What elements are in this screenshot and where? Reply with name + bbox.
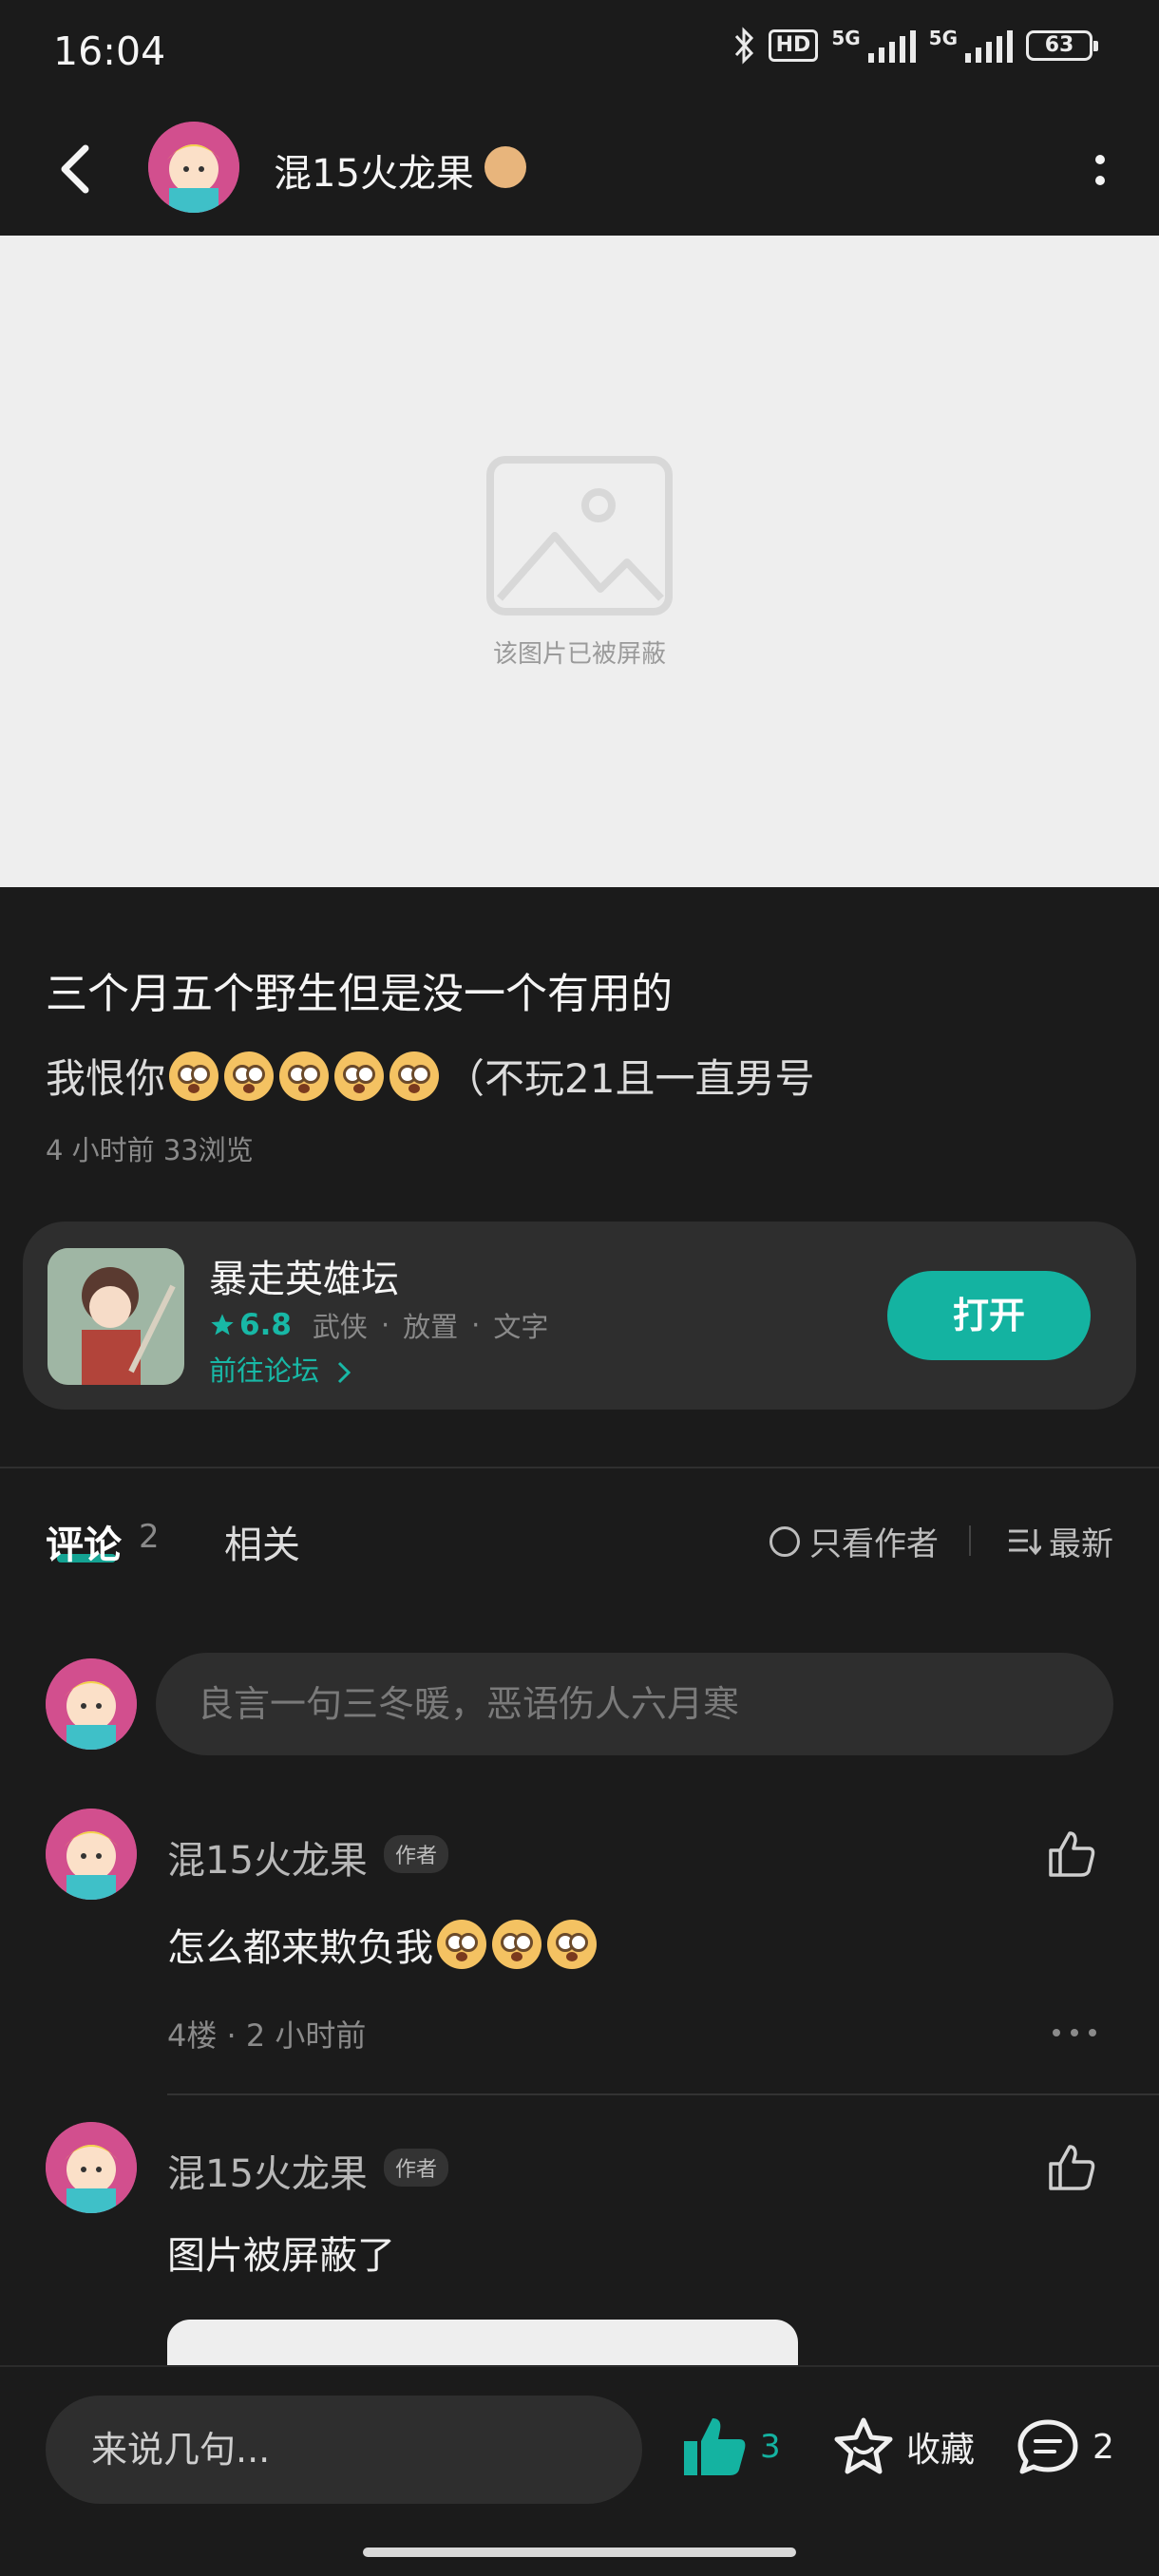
comment-divider	[167, 2093, 1159, 2095]
emoji-icon	[279, 1051, 330, 1101]
commenter-name[interactable]: 混15火龙果	[167, 1829, 368, 1885]
open-button[interactable]: 打开	[887, 1271, 1091, 1360]
game-meta: 6.8 武侠 · 放置 · 文字	[209, 1305, 548, 1345]
blocked-image-text: 该图片已被屏蔽	[492, 640, 666, 669]
sort-label[interactable]: 最新	[1049, 1518, 1113, 1564]
comment-text-body: 怎么都来欺负我	[167, 1926, 433, 1970]
tab-related[interactable]: 相关	[224, 1514, 300, 1569]
post-content-suffix: （不玩21且一直男号	[445, 1055, 815, 1102]
reply-input[interactable]: 来说几句...	[46, 2396, 642, 2504]
like-count: 3	[760, 2428, 781, 2466]
game-tag: 武侠	[312, 1311, 368, 1343]
network-type-1: 5G	[831, 27, 861, 49]
like-button[interactable]: 3	[682, 2416, 781, 2477]
back-icon[interactable]	[53, 141, 101, 198]
vertical-divider	[969, 1525, 971, 1556]
tag-separator: ·	[380, 1309, 390, 1341]
status-bar: 16:04 HD 5G 5G 63	[0, 0, 1159, 104]
emoji-icon	[334, 1051, 385, 1101]
commenter-avatar[interactable]	[46, 1809, 137, 1900]
network-type-2: 5G	[928, 27, 958, 49]
bluetooth-icon	[734, 27, 753, 65]
bottom-action-bar: 来说几句... 3 收藏 2	[0, 2365, 1159, 2576]
battery-icon: 63	[1026, 30, 1098, 61]
author-tag: 作者	[384, 1835, 449, 1873]
status-time: 16:04	[53, 28, 166, 74]
post-content: 我恨你 （不玩21且一直男号	[46, 1047, 814, 1105]
thumbs-up-icon[interactable]	[1047, 2143, 1096, 2192]
favorite-star-icon[interactable]	[832, 2416, 895, 2477]
chevron-right-icon	[338, 1361, 352, 1384]
level-badge-icon	[484, 146, 526, 188]
home-indicator[interactable]	[363, 2548, 796, 2557]
comment-emojis	[437, 1920, 602, 1969]
thumbs-up-icon[interactable]	[682, 2416, 747, 2477]
author-only-label[interactable]: 只看作者	[809, 1518, 939, 1564]
sort-icon	[1009, 1528, 1041, 1555]
top-nav-bar: 混15火龙果	[0, 104, 1159, 236]
comment-bubble-icon[interactable]	[1016, 2416, 1079, 2477]
game-tag: 文字	[493, 1311, 549, 1343]
emoji-icon	[390, 1051, 440, 1101]
forum-card[interactable]: 暴走英雄坛 6.8 武侠 · 放置 · 文字 前往论坛 打开	[23, 1222, 1136, 1410]
forum-link[interactable]: 前往论坛	[209, 1349, 354, 1389]
game-rating: 6.8	[239, 1308, 292, 1342]
blocked-image-icon	[486, 456, 673, 616]
emoji-icon	[224, 1051, 275, 1101]
hd-badge: HD	[768, 29, 819, 62]
signal-icon	[965, 28, 1013, 63]
post-content-prefix: 我恨你	[46, 1055, 166, 1102]
emoji-icon	[547, 1920, 597, 1969]
commenter-avatar[interactable]	[46, 2122, 137, 2213]
emoji-icon	[437, 1920, 486, 1969]
thumbs-up-icon[interactable]	[1047, 1829, 1096, 1879]
forum-link-label[interactable]: 前往论坛	[209, 1354, 319, 1387]
ellipsis-icon[interactable]	[1051, 2027, 1098, 2038]
sort-button[interactable]: 最新	[1007, 1518, 1113, 1564]
radio-circle-icon[interactable]	[770, 1525, 800, 1557]
comment-meta: 4楼 · 2 小时前	[167, 2017, 367, 2054]
author-only-toggle[interactable]: 只看作者	[770, 1518, 939, 1564]
post-title: 三个月五个野生但是没一个有用的	[46, 970, 673, 1018]
favorite-label[interactable]: 收藏	[906, 2422, 975, 2472]
game-icon[interactable]	[48, 1248, 184, 1385]
comment-count: 2	[1092, 2427, 1114, 2467]
favorite-button[interactable]: 收藏	[832, 2416, 975, 2477]
blocked-image-area: 该图片已被屏蔽	[0, 236, 1159, 887]
signal-icon	[867, 28, 916, 63]
tag-separator: ·	[471, 1309, 481, 1341]
section-divider	[0, 1467, 1159, 1468]
post-meta: 4 小时前 33浏览	[46, 1134, 254, 1166]
comments-button[interactable]: 2	[1016, 2416, 1114, 2477]
commenter-name[interactable]: 混15火龙果	[167, 2143, 368, 2198]
emoji-icon	[492, 1920, 542, 1969]
star-icon	[211, 1314, 234, 1335]
comment-input[interactable]: 良言一句三冬暖，恶语伤人六月寒	[156, 1653, 1113, 1755]
post-emojis	[169, 1051, 445, 1101]
tab-comments[interactable]: 评论	[46, 1514, 122, 1569]
my-avatar[interactable]	[46, 1658, 137, 1750]
comment-text: 图片被屏蔽了	[167, 2234, 395, 2278]
tab-comments-count: 2	[139, 1518, 160, 1556]
author-tag: 作者	[384, 2149, 449, 2187]
comment-text: 怎么都来欺负我	[167, 1917, 602, 1972]
game-name[interactable]: 暴走英雄坛	[209, 1248, 399, 1303]
status-icons: HD 5G 5G 63	[732, 27, 1098, 65]
game-tag: 放置	[403, 1311, 459, 1343]
more-icon[interactable]	[1089, 152, 1112, 190]
comment-tabs: 评论 2 相关 只看作者 最新	[0, 1505, 1159, 1581]
author-avatar[interactable]	[148, 122, 239, 213]
emoji-icon	[169, 1051, 219, 1101]
author-name[interactable]: 混15火龙果	[274, 142, 474, 198]
